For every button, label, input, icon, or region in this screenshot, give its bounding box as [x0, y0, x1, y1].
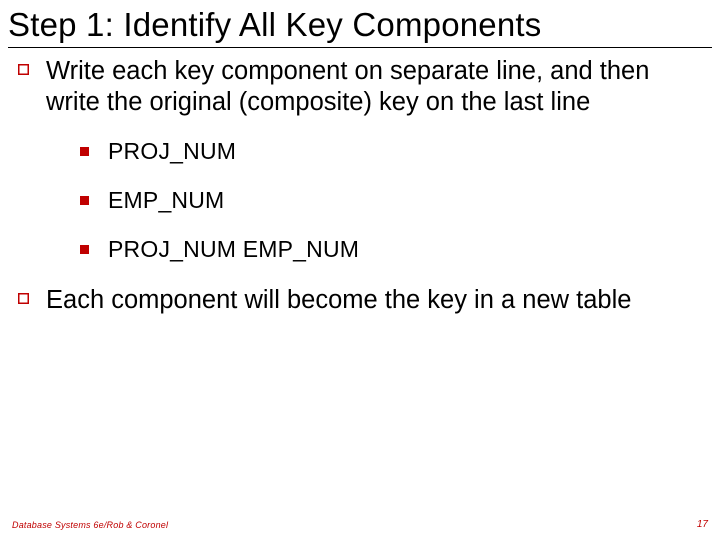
square-outline-icon	[18, 285, 46, 304]
page-number: 17	[697, 519, 708, 530]
slide-title: Step 1: Identify All Key Components	[0, 0, 720, 44]
sub-bullet-item: PROJ_NUM EMP_NUM	[80, 236, 702, 263]
sub-bullet-text: PROJ_NUM EMP_NUM	[108, 236, 359, 263]
bullet-item: Each component will become the key in a …	[18, 285, 702, 316]
bullet-text: Write each key component on separate lin…	[46, 56, 702, 118]
sub-bullet-item: PROJ_NUM	[80, 138, 702, 165]
footer: Database Systems 6e/Rob & Coronel 17	[0, 519, 720, 530]
footer-source: Database Systems 6e/Rob & Coronel	[12, 520, 168, 530]
sub-bullet-item: EMP_NUM	[80, 187, 702, 214]
sub-list: PROJ_NUM EMP_NUM PROJ_NUM EMP_NUM	[18, 130, 702, 263]
square-filled-icon	[80, 196, 108, 205]
slide: Step 1: Identify All Key Components Writ…	[0, 0, 720, 540]
square-outline-icon	[18, 56, 46, 75]
bullet-item: Write each key component on separate lin…	[18, 56, 702, 118]
square-filled-icon	[80, 245, 108, 254]
sub-bullet-text: EMP_NUM	[108, 187, 224, 214]
square-filled-icon	[80, 147, 108, 156]
slide-body: Write each key component on separate lin…	[0, 48, 720, 316]
sub-bullet-text: PROJ_NUM	[108, 138, 236, 165]
bullet-text: Each component will become the key in a …	[46, 285, 631, 316]
